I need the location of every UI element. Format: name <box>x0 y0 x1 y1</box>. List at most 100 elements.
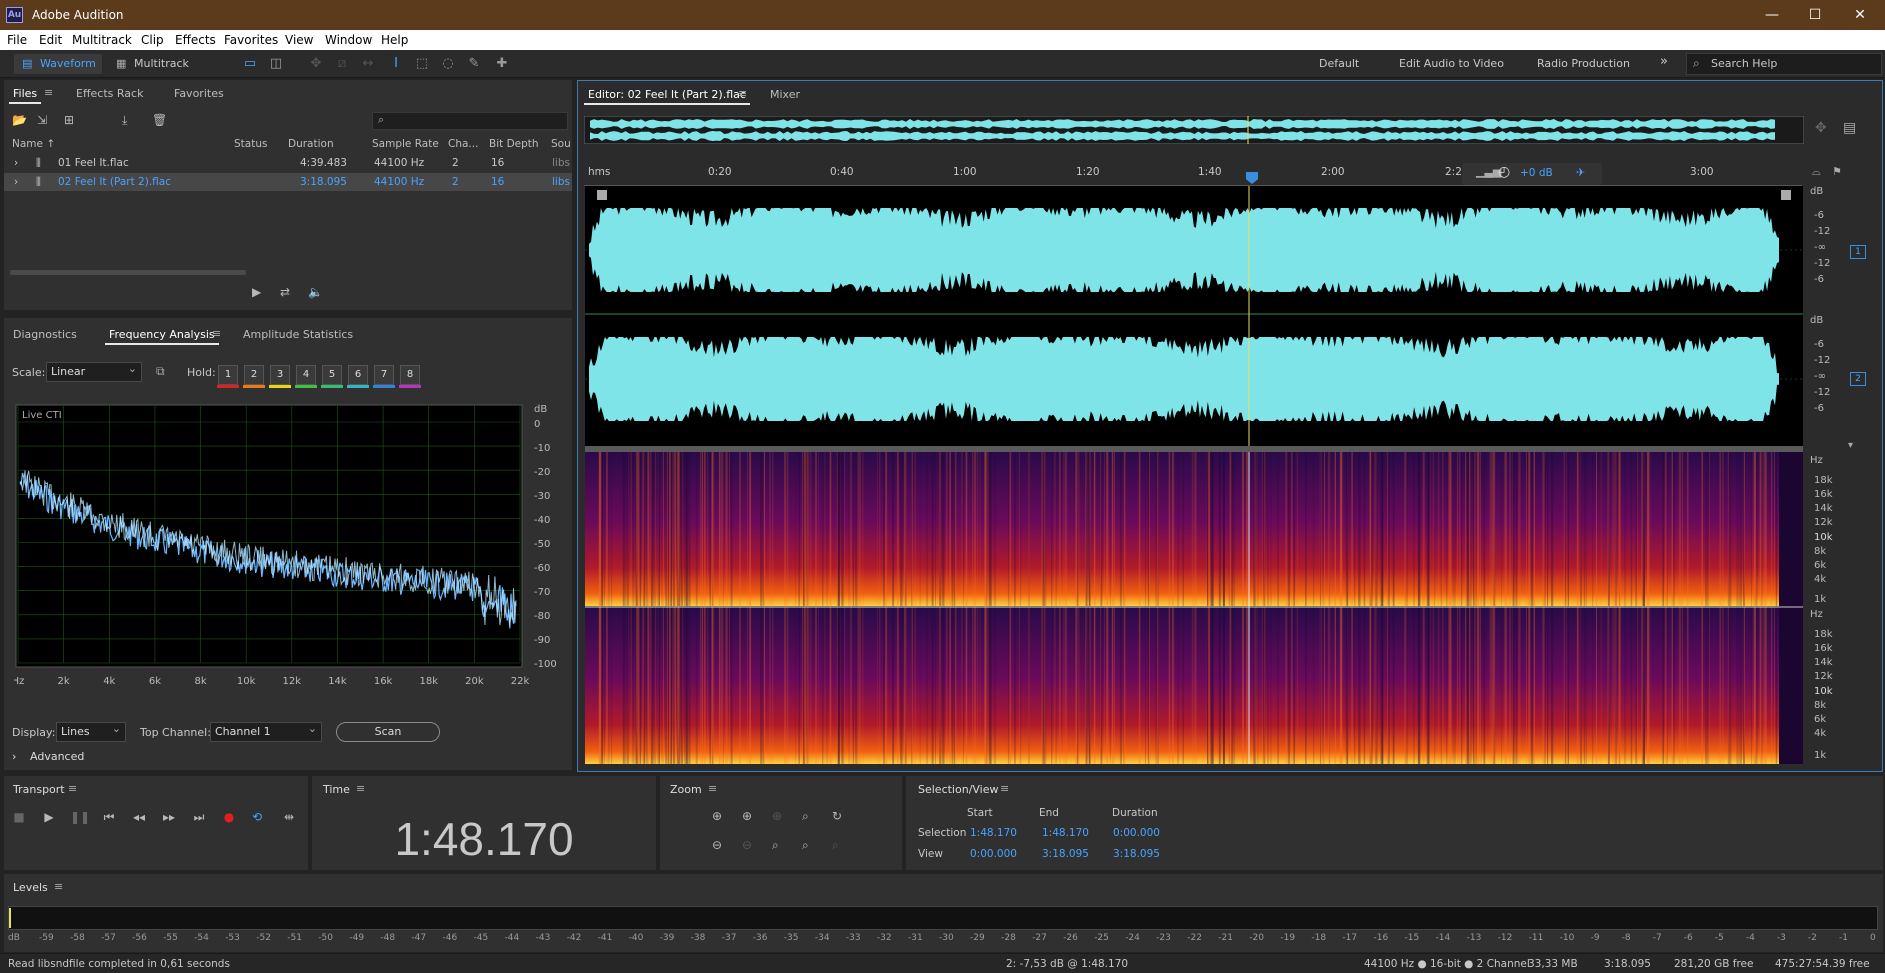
close-icon[interactable]: ✕ <box>1840 4 1880 26</box>
panel-menu-icon[interactable]: ≡ <box>356 782 365 795</box>
workspace-radio-production[interactable]: Radio Production <box>1537 57 1630 70</box>
hud-gain[interactable]: ▁▃▅ ◴ +0 dB ✈ <box>1462 163 1602 185</box>
open-file-icon[interactable]: 📂 <box>12 113 27 127</box>
zoom-reset-icon[interactable]: ↻ <box>832 809 842 823</box>
zoom-in-time-icon[interactable]: ⊕ <box>742 809 752 823</box>
col-duration[interactable]: Duration <box>288 138 334 150</box>
spectral-display[interactable] <box>585 452 1803 764</box>
zoom-out-amplitude-icon[interactable]: ⊖ <box>712 838 722 852</box>
sv-selection-end[interactable]: 1:48.170 <box>1042 827 1089 839</box>
expand-icon[interactable]: › <box>14 157 18 169</box>
sv-selection-start[interactable]: 1:48.170 <box>970 827 1017 839</box>
menu-help[interactable]: Help <box>381 33 408 47</box>
spectral-view-icon[interactable]: ◫ <box>268 56 284 72</box>
menu-edit[interactable]: Edit <box>39 33 62 47</box>
col-bit-depth[interactable]: Bit Depth <box>489 138 539 150</box>
more-workspaces-icon[interactable]: » <box>1660 54 1668 69</box>
channel-map-icon[interactable]: ▤ <box>1843 120 1856 136</box>
fade-in-handle[interactable] <box>597 190 607 200</box>
panel-menu-icon[interactable]: ≡ <box>212 327 221 340</box>
channel-2-badge[interactable]: 2 <box>1850 372 1866 386</box>
menu-window[interactable]: Window <box>325 33 372 47</box>
rewind-icon[interactable]: ◂◂ <box>130 810 148 826</box>
sv-view-start[interactable]: 0:00.000 <box>970 848 1017 860</box>
brush-tool-icon[interactable]: ✎ <box>466 56 482 72</box>
channel-1-badge[interactable]: 1 <box>1850 245 1866 259</box>
tab-editor[interactable]: Editor: 02 Feel It (Part 2).flac <box>584 88 750 105</box>
hold-button-3[interactable]: 3 <box>270 365 290 385</box>
sv-selection-duration[interactable]: 0:00.000 <box>1113 827 1160 839</box>
marquee-tool-icon[interactable]: ⬚ <box>414 56 430 72</box>
skip-selection-icon[interactable]: ⇹ <box>280 810 298 826</box>
maximize-icon[interactable]: ☐ <box>1795 4 1835 26</box>
tab-amplitude-statistics[interactable]: Amplitude Statistics <box>243 328 353 341</box>
tab-frequency-analysis[interactable]: Frequency Analysis <box>105 328 219 345</box>
skip-forward-icon[interactable]: ⏭ <box>190 810 208 826</box>
move-tool-icon[interactable]: ✥ <box>308 56 324 72</box>
col-channels[interactable]: Cha... <box>448 138 478 150</box>
zoom-out-full-icon[interactable]: ⌕ <box>802 809 809 824</box>
tab-favorites[interactable]: Favorites <box>174 87 224 100</box>
menu-effects[interactable]: Effects <box>175 33 216 47</box>
hold-button-8[interactable]: 8 <box>400 365 420 385</box>
menu-multitrack[interactable]: Multitrack <box>72 33 132 47</box>
waveform-display[interactable] <box>585 186 1803 446</box>
zoom-out-time-icon[interactable]: ⊖ <box>742 838 752 852</box>
hold-button-4[interactable]: 4 <box>296 365 316 385</box>
spot-healing-tool-icon[interactable]: ✚ <box>494 56 510 72</box>
zoom-selection-icon[interactable]: ⌕ <box>832 838 839 853</box>
waveform-view-icon[interactable]: ▭ <box>242 56 258 72</box>
delete-icon[interactable]: 🗑 <box>152 113 167 127</box>
panel-menu-icon[interactable]: ≡ <box>1000 782 1009 795</box>
time-ruler[interactable] <box>584 160 1802 186</box>
menu-favorites[interactable]: Favorites <box>224 33 278 47</box>
menu-file[interactable]: File <box>7 33 27 47</box>
new-file-icon[interactable]: ⊞ <box>64 113 74 127</box>
autoplay-icon[interactable]: 🔈 <box>308 285 323 299</box>
zoom-selection-right-icon[interactable]: ⌕ <box>802 838 809 853</box>
skip-back-icon[interactable]: ⏮ <box>100 810 118 826</box>
tab-mixer[interactable]: Mixer <box>770 88 800 101</box>
col-sample-rate[interactable]: Sample Rate <box>372 138 439 150</box>
tab-effects-rack[interactable]: Effects Rack <box>76 87 143 100</box>
waveform-overview[interactable] <box>584 116 1804 144</box>
lasso-tool-icon[interactable]: ◌ <box>440 56 456 72</box>
top-channel-select[interactable]: Channel 1 <box>210 720 322 742</box>
zoom-in-amplitude-icon[interactable]: ⊕ <box>712 809 722 823</box>
snap-icon[interactable]: ⌓ <box>1812 165 1821 179</box>
hold-button-7[interactable]: 7 <box>374 365 394 385</box>
scale-select[interactable]: Linear <box>46 360 142 382</box>
multitrack-mode-button[interactable]: ▦ Multitrack <box>108 54 200 74</box>
advanced-expand-icon[interactable]: › <box>12 750 16 763</box>
loop-preview-icon[interactable]: ⇄ <box>280 285 290 299</box>
panel-menu-icon[interactable]: ≡ <box>54 880 63 893</box>
table-row[interactable]: › ⫼ 02 Feel It (Part 2).flac 3:18.095 44… <box>4 173 572 191</box>
hold-button-5[interactable]: 5 <box>322 365 342 385</box>
panel-menu-icon[interactable]: ≡ <box>738 87 747 100</box>
horizontal-scrollbar[interactable] <box>10 270 246 275</box>
collapse-icon[interactable]: ▾ <box>1848 440 1853 451</box>
fast-forward-icon[interactable]: ▸▸ <box>160 810 178 826</box>
sv-view-end[interactable]: 3:18.095 <box>1042 848 1089 860</box>
pause-icon[interactable]: ❚❚ <box>70 810 90 826</box>
import-file-icon[interactable]: ⇲ <box>37 113 47 127</box>
marker-icon[interactable]: ⚑ <box>1832 165 1842 178</box>
expand-icon[interactable]: › <box>14 176 18 188</box>
panel-menu-icon[interactable]: ≡ <box>44 86 53 99</box>
gain-knob-icon[interactable]: ◴ <box>1498 164 1510 180</box>
panel-menu-icon[interactable]: ≡ <box>708 782 717 795</box>
files-filter-input[interactable] <box>372 112 568 130</box>
menu-clip[interactable]: Clip <box>141 33 164 47</box>
display-select[interactable]: Lines <box>56 720 126 742</box>
hold-button-2[interactable]: 2 <box>244 365 264 385</box>
hold-button-6[interactable]: 6 <box>348 365 368 385</box>
insert-icon[interactable]: ⤓ <box>122 113 127 128</box>
col-source[interactable]: Sou <box>551 138 571 150</box>
razor-tool-icon[interactable]: ⧄ <box>334 56 350 72</box>
record-icon[interactable]: ● <box>220 810 238 826</box>
tab-files[interactable]: Files <box>8 87 42 104</box>
advanced-section[interactable]: Advanced <box>30 750 84 763</box>
fade-out-handle[interactable] <box>1781 190 1791 200</box>
panel-menu-icon[interactable]: ≡ <box>68 782 77 795</box>
zoom-in-point-icon[interactable]: ⊕ <box>772 809 782 823</box>
